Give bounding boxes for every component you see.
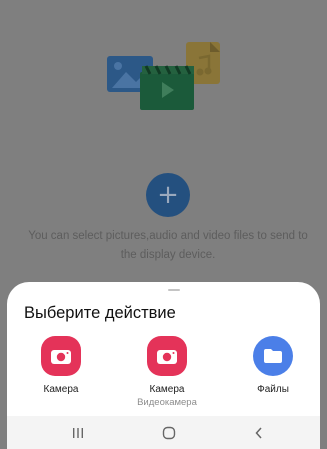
folder-icon — [253, 336, 293, 376]
home-icon[interactable] — [158, 422, 180, 444]
app-label: Камера — [43, 384, 79, 395]
app-option-camera-video[interactable]: Камера Видеокамера — [122, 336, 212, 410]
app-label: Файлы — [257, 384, 289, 395]
back-icon[interactable] — [248, 422, 270, 444]
camera-icon — [41, 336, 81, 376]
media-illustration-icon — [107, 42, 220, 110]
plus-icon: + — [157, 180, 179, 210]
sheet-title: Выберите действие — [24, 304, 176, 322]
system-nav-bar — [7, 416, 320, 449]
hint-text: You can select pictures,audio and video … — [28, 230, 308, 261]
app-option-files[interactable]: Файлы — [228, 336, 318, 396]
action-chooser-sheet: Выберите действие Камера Камера Видеокам… — [7, 282, 320, 416]
add-file-button[interactable]: + — [146, 173, 190, 217]
app-option-camera[interactable]: Камера — [16, 336, 106, 396]
app-sublabel: Видеокамера — [137, 397, 197, 408]
camera-icon — [147, 336, 187, 376]
recent-apps-icon[interactable] — [67, 422, 89, 444]
video-file-icon — [140, 65, 194, 110]
sheet-handle[interactable] — [168, 289, 180, 291]
app-label: Камера — [149, 384, 185, 395]
